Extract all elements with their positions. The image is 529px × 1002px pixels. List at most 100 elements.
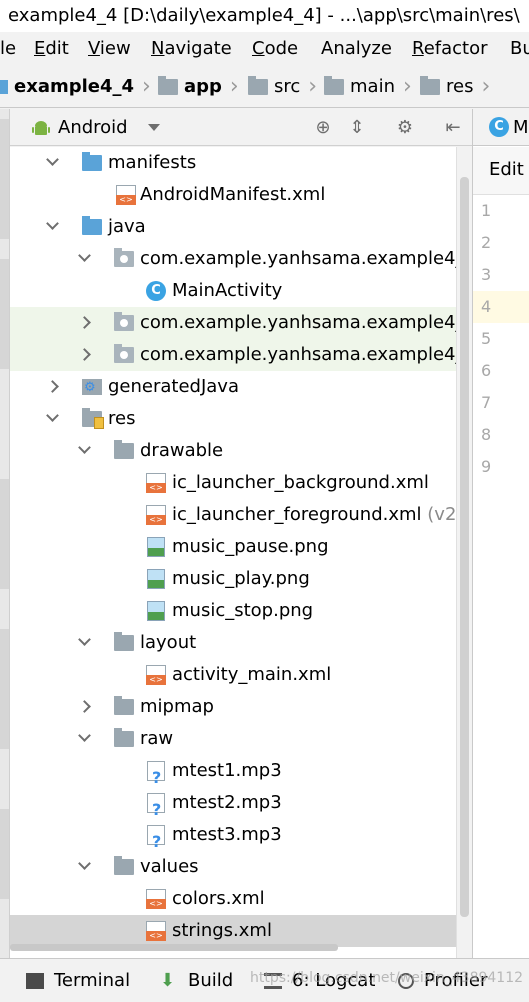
menu-code[interactable]: Code	[252, 32, 298, 66]
menu-view[interactable]: View	[88, 32, 131, 66]
tree-item-music-pause[interactable]: music_pause.png	[10, 531, 456, 563]
edit-mode-label[interactable]: Edit	[489, 159, 524, 180]
tree-item-mtest1[interactable]: mtest1.mp3	[10, 755, 456, 787]
terminal-tab[interactable]: Terminal	[26, 959, 130, 1002]
tree-item-label: strings.xml	[172, 920, 272, 941]
tree-item-mtest3[interactable]: mtest3.mp3	[10, 819, 456, 851]
tree-item-package[interactable]: com.example.yanhsama.example4_4	[10, 339, 456, 371]
resource-folder-icon	[82, 408, 104, 429]
tree-item-values[interactable]: values	[10, 851, 456, 883]
left-tool-strip	[0, 109, 10, 958]
tree-item-java[interactable]: java	[10, 211, 456, 243]
unknown-file-icon	[147, 825, 165, 850]
tree-item-package[interactable]: com.example.yanhsama.example4_4	[10, 243, 456, 275]
menu-refactor[interactable]: Refactor	[412, 32, 488, 66]
view-mode-selector[interactable]: Android	[58, 109, 128, 146]
tree-item-activity-main[interactable]: activity_main.xml	[10, 659, 456, 691]
line-number: 6	[481, 361, 492, 380]
menu-bar: le Edit View Navigate Code Analyze Refac…	[0, 32, 529, 66]
captures-tool-tab[interactable]	[0, 259, 9, 369]
breadcrumb-project[interactable]: example4_4 ›	[0, 66, 151, 107]
tree-item-strings[interactable]: strings.xml	[10, 915, 456, 947]
tree-item-music-stop[interactable]: music_stop.png	[10, 595, 456, 627]
folder-icon	[82, 152, 102, 171]
build-tab[interactable]: ⬇ Build	[160, 959, 233, 1002]
structure-tool-tab[interactable]	[0, 809, 9, 899]
tree-vertical-scrollbar[interactable]	[456, 147, 472, 958]
tree-item-ic-launcher-foreground[interactable]: ic_launcher_foreground.xml (v24	[10, 499, 456, 531]
tree-item-label: activity_main.xml	[172, 664, 332, 685]
tree-item-label: ic_launcher_background.xml	[172, 472, 429, 493]
folder-icon	[114, 440, 134, 459]
tree-item-package[interactable]: com.example.yanhsama.example4_4	[10, 307, 456, 339]
breadcrumb: example4_4 › app › src › main › res ›	[0, 66, 529, 108]
class-icon: C	[146, 281, 166, 301]
menu-file[interactable]: le	[0, 32, 16, 66]
gear-icon[interactable]: ⚙	[394, 117, 416, 139]
tree-item-mainactivity[interactable]: C MainActivity	[10, 275, 456, 307]
tree-item-label-text: ic_launcher_foreground.xml	[172, 504, 422, 525]
breadcrumb-main[interactable]: main ›	[324, 66, 412, 107]
tree-horizontal-scrollbar[interactable]	[10, 944, 338, 951]
chevron-down-icon[interactable]	[148, 124, 160, 131]
tree-item-label: generatedJava	[108, 376, 239, 397]
tree-item-layout[interactable]: layout	[10, 627, 456, 659]
editor-tab-mainactivity[interactable]: C M	[473, 109, 529, 146]
chevron-right-icon[interactable]	[78, 700, 91, 713]
collapse-all-icon[interactable]: ⇕	[346, 117, 368, 139]
project-tool-tab[interactable]	[0, 119, 9, 239]
image-file-icon	[147, 601, 165, 621]
chevron-down-icon[interactable]	[46, 153, 59, 166]
terminal-icon	[26, 973, 44, 989]
folder-icon	[248, 76, 268, 95]
chevron-right-icon[interactable]	[78, 348, 91, 361]
breadcrumb-src[interactable]: src ›	[248, 66, 318, 107]
tree-item-mipmap[interactable]: mipmap	[10, 691, 456, 723]
tree-item-ic-launcher-background[interactable]: ic_launcher_background.xml	[10, 467, 456, 499]
tree-item-generatedjava[interactable]: generatedJava	[10, 371, 456, 403]
chevron-down-icon[interactable]	[78, 857, 91, 870]
tree-item-drawable[interactable]: drawable	[10, 435, 456, 467]
unknown-file-icon	[147, 793, 165, 818]
breadcrumb-separator-icon: ›	[308, 74, 318, 99]
scrollbar-thumb[interactable]	[460, 177, 469, 917]
chevron-down-icon[interactable]	[46, 217, 59, 230]
locate-icon[interactable]: ⊕	[312, 117, 334, 139]
breadcrumb-res[interactable]: res ›	[420, 66, 491, 107]
chevron-down-icon[interactable]	[46, 409, 59, 422]
chevron-down-icon[interactable]	[78, 441, 91, 454]
tree-item-qualifier: (v24	[427, 504, 456, 525]
tree-item-label: AndroidManifest.xml	[140, 184, 326, 205]
breadcrumb-separator-icon: ›	[229, 74, 239, 99]
breadcrumb-project-label: example4_4	[14, 76, 135, 97]
image-file-icon	[147, 569, 165, 589]
tree-item-label: mipmap	[140, 696, 214, 717]
chevron-right-icon[interactable]	[46, 380, 59, 393]
project-panel-header: Android ⊕ ⇕ ⚙ ⇤	[10, 109, 472, 146]
folder-icon	[114, 696, 134, 715]
breadcrumb-res-label: res	[446, 76, 474, 97]
tree-item-music-play[interactable]: music_play.png	[10, 563, 456, 595]
tree-item-raw[interactable]: raw	[10, 723, 456, 755]
build-variants-tool-tab[interactable]	[0, 629, 9, 749]
chevron-down-icon[interactable]	[78, 633, 91, 646]
folder-icon	[82, 216, 102, 235]
menu-analyze[interactable]: Analyze	[321, 32, 392, 66]
breadcrumb-separator-icon: ›	[481, 74, 491, 99]
tree-item-label: com.example.yanhsama.example4_4	[140, 344, 456, 365]
favorites-tool-tab[interactable]	[0, 479, 9, 589]
tree-item-res[interactable]: res	[10, 403, 456, 435]
chevron-right-icon[interactable]	[78, 316, 91, 329]
chevron-down-icon[interactable]	[78, 729, 91, 742]
menu-navigate[interactable]: Navigate	[151, 32, 232, 66]
tree-item-colors[interactable]: colors.xml	[10, 883, 456, 915]
menu-edit[interactable]: Edit	[34, 32, 69, 66]
tree-item-androidmanifest[interactable]: AndroidManifest.xml	[10, 179, 456, 211]
menu-build[interactable]: Bu	[510, 32, 529, 66]
breadcrumb-app[interactable]: app ›	[158, 66, 239, 107]
hide-panel-icon[interactable]: ⇤	[442, 117, 464, 139]
chevron-down-icon[interactable]	[78, 249, 91, 262]
tree-item-mtest2[interactable]: mtest2.mp3	[10, 787, 456, 819]
tree-item-manifests[interactable]: manifests	[10, 147, 456, 179]
folder-icon	[324, 76, 344, 95]
